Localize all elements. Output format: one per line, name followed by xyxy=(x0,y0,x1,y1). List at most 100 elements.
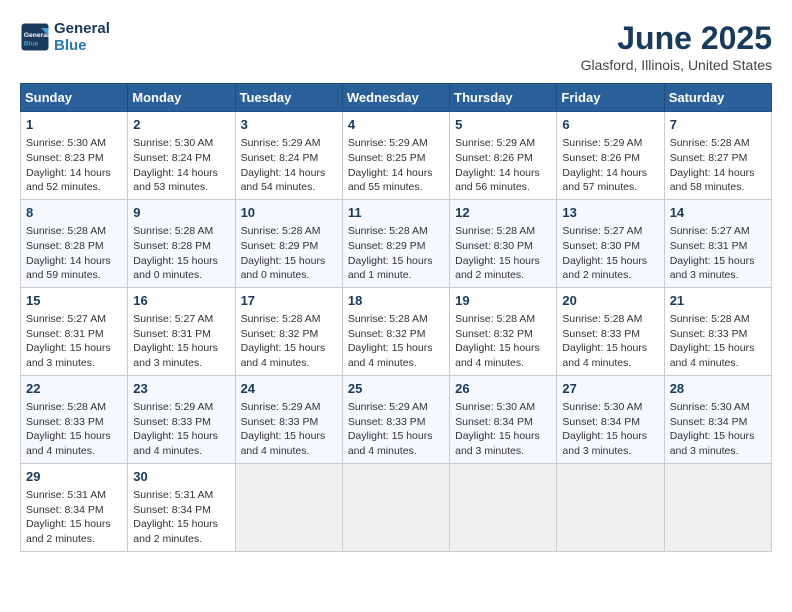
calendar-cell: 3 Sunrise: 5:29 AM Sunset: 8:24 PM Daylig… xyxy=(235,112,342,200)
calendar-cell: 18 Sunrise: 5:28 AM Sunset: 8:32 PM Dayli… xyxy=(342,287,449,375)
day-number: 1 xyxy=(26,116,122,134)
cell-info: Sunrise: 5:30 AM Sunset: 8:34 PM Dayligh… xyxy=(670,400,766,459)
calendar-cell xyxy=(664,463,771,551)
cell-info: Sunrise: 5:28 AM Sunset: 8:33 PM Dayligh… xyxy=(670,312,766,371)
cell-info: Sunrise: 5:27 AM Sunset: 8:30 PM Dayligh… xyxy=(562,224,658,283)
day-number: 23 xyxy=(133,380,229,398)
calendar-cell: 30Sunrise: 5:31 AM Sunset: 8:34 PM Dayli… xyxy=(128,463,235,551)
svg-text:General: General xyxy=(24,32,49,39)
calendar-cell: 10 Sunrise: 5:28 AM Sunset: 8:29 PM Dayli… xyxy=(235,199,342,287)
day-number: 19 xyxy=(455,292,551,310)
cell-info: Sunrise: 5:30 AM Sunset: 8:23 PM Dayligh… xyxy=(26,136,122,195)
cell-info: Sunrise: 5:28 AM Sunset: 8:32 PM Dayligh… xyxy=(348,312,444,371)
calendar-cell: 5 Sunrise: 5:29 AM Sunset: 8:26 PM Daylig… xyxy=(450,112,557,200)
logo-general: General xyxy=(54,20,110,37)
cell-info: Sunrise: 5:30 AM Sunset: 8:34 PM Dayligh… xyxy=(455,400,551,459)
day-number: 14 xyxy=(670,204,766,222)
day-number: 3 xyxy=(241,116,337,134)
calendar-cell xyxy=(235,463,342,551)
calendar-cell: 29 Sunrise: 5:31 AM Sunset: 8:34 PM Dayli… xyxy=(21,463,128,551)
calendar-cell: 24 Sunrise: 5:29 AM Sunset: 8:33 PM Dayli… xyxy=(235,375,342,463)
calendar-cell: 12Sunrise: 5:28 AM Sunset: 8:30 PM Dayli… xyxy=(450,199,557,287)
cell-info: Sunrise: 5:29 AM Sunset: 8:33 PM Dayligh… xyxy=(348,400,444,459)
calendar-cell: 2 Sunrise: 5:30 AM Sunset: 8:24 PM Daylig… xyxy=(128,112,235,200)
weekday-header-tuesday: Tuesday xyxy=(235,84,342,112)
calendar-table: SundayMondayTuesdayWednesdayThursdayFrid… xyxy=(20,83,772,552)
cell-info: Sunrise: 5:30 AM Sunset: 8:34 PM Dayligh… xyxy=(562,400,658,459)
calendar-cell xyxy=(450,463,557,551)
cell-info: Sunrise: 5:28 AM Sunset: 8:29 PM Dayligh… xyxy=(348,224,444,283)
day-number: 24 xyxy=(241,380,337,398)
day-number: 25 xyxy=(348,380,444,398)
cell-info: Sunrise: 5:28 AM Sunset: 8:28 PM Dayligh… xyxy=(26,224,122,283)
day-number: 15 xyxy=(26,292,122,310)
logo-blue: Blue xyxy=(54,37,110,54)
calendar-cell: 19 Sunrise: 5:28 AM Sunset: 8:32 PM Dayli… xyxy=(450,287,557,375)
cell-info: Sunrise: 5:28 AM Sunset: 8:27 PM Dayligh… xyxy=(670,136,766,195)
cell-info: Sunrise: 5:28 AM Sunset: 8:28 PM Dayligh… xyxy=(133,224,229,283)
day-number: 27 xyxy=(562,380,658,398)
weekday-header-saturday: Saturday xyxy=(664,84,771,112)
day-number: 12 xyxy=(455,204,551,222)
cell-info: Sunrise: 5:27 AM Sunset: 8:31 PM Dayligh… xyxy=(26,312,122,371)
cell-info: Sunrise: 5:30 AM Sunset: 8:24 PM Dayligh… xyxy=(133,136,229,195)
cell-info: Sunrise: 5:27 AM Sunset: 8:31 PM Dayligh… xyxy=(133,312,229,371)
cell-info: Sunrise: 5:29 AM Sunset: 8:33 PM Dayligh… xyxy=(133,400,229,459)
calendar-cell: 15 Sunrise: 5:27 AM Sunset: 8:31 PM Dayli… xyxy=(21,287,128,375)
cell-info: Sunrise: 5:29 AM Sunset: 8:33 PM Dayligh… xyxy=(241,400,337,459)
day-number: 4 xyxy=(348,116,444,134)
day-number: 16 xyxy=(133,292,229,310)
calendar-cell: 25 Sunrise: 5:29 AM Sunset: 8:33 PM Dayli… xyxy=(342,375,449,463)
cell-info: Sunrise: 5:28 AM Sunset: 8:33 PM Dayligh… xyxy=(562,312,658,371)
cell-info: Sunrise: 5:28 AM Sunset: 8:29 PM Dayligh… xyxy=(241,224,337,283)
day-number: 18 xyxy=(348,292,444,310)
day-number: 21 xyxy=(670,292,766,310)
day-number: 29 xyxy=(26,468,122,486)
calendar-cell: 16 Sunrise: 5:27 AM Sunset: 8:31 PM Dayli… xyxy=(128,287,235,375)
day-number: 26 xyxy=(455,380,551,398)
calendar-cell: 8 Sunrise: 5:28 AM Sunset: 8:28 PM Daylig… xyxy=(21,199,128,287)
day-number: 10 xyxy=(241,204,337,222)
day-number: 22 xyxy=(26,380,122,398)
day-number: 13 xyxy=(562,204,658,222)
day-number: 5 xyxy=(455,116,551,134)
day-number: 28 xyxy=(670,380,766,398)
calendar-cell: 13 Sunrise: 5:27 AM Sunset: 8:30 PM Dayli… xyxy=(557,199,664,287)
weekday-header-friday: Friday xyxy=(557,84,664,112)
calendar-cell: 17 Sunrise: 5:28 AM Sunset: 8:32 PM Dayli… xyxy=(235,287,342,375)
calendar-cell: 23 Sunrise: 5:29 AM Sunset: 8:33 PM Dayli… xyxy=(128,375,235,463)
cell-info: Sunrise: 5:29 AM Sunset: 8:24 PM Dayligh… xyxy=(241,136,337,195)
svg-text:Blue: Blue xyxy=(24,40,39,47)
calendar-cell: 27 Sunrise: 5:30 AM Sunset: 8:34 PM Dayli… xyxy=(557,375,664,463)
cell-info: Sunrise: 5:31 AM Sunset: 8:34 PM Dayligh… xyxy=(26,488,122,547)
cell-info: Sunrise: 5:27 AM Sunset: 8:31 PM Dayligh… xyxy=(670,224,766,283)
calendar-cell: 1 Sunrise: 5:30 AM Sunset: 8:23 PM Daylig… xyxy=(21,112,128,200)
weekday-header-thursday: Thursday xyxy=(450,84,557,112)
page-header: General Blue General Blue June 2025 Glas… xyxy=(20,20,772,73)
cell-info: Sunrise: 5:28 AM Sunset: 8:32 PM Dayligh… xyxy=(455,312,551,371)
calendar-cell: 22 Sunrise: 5:28 AM Sunset: 8:33 PM Dayli… xyxy=(21,375,128,463)
cell-info: Sunrise: 5:29 AM Sunset: 8:26 PM Dayligh… xyxy=(562,136,658,195)
day-number: 7 xyxy=(670,116,766,134)
weekday-header-monday: Monday xyxy=(128,84,235,112)
location-text: Glasford, Illinois, United States xyxy=(581,57,772,73)
month-title: June 2025 xyxy=(581,20,772,57)
cell-info: Sunrise: 5:29 AM Sunset: 8:26 PM Dayligh… xyxy=(455,136,551,195)
cell-info: Sunrise: 5:28 AM Sunset: 8:32 PM Dayligh… xyxy=(241,312,337,371)
day-number: 6 xyxy=(562,116,658,134)
logo-icon: General Blue xyxy=(20,22,50,52)
day-number: 2 xyxy=(133,116,229,134)
calendar-cell: 11Sunrise: 5:28 AM Sunset: 8:29 PM Dayli… xyxy=(342,199,449,287)
weekday-header-wednesday: Wednesday xyxy=(342,84,449,112)
logo: General Blue General Blue xyxy=(20,20,110,54)
day-number: 20 xyxy=(562,292,658,310)
calendar-cell: 21 Sunrise: 5:28 AM Sunset: 8:33 PM Dayli… xyxy=(664,287,771,375)
calendar-cell: 26 Sunrise: 5:30 AM Sunset: 8:34 PM Dayli… xyxy=(450,375,557,463)
cell-info: Sunrise: 5:28 AM Sunset: 8:33 PM Dayligh… xyxy=(26,400,122,459)
calendar-cell: 20 Sunrise: 5:28 AM Sunset: 8:33 PM Dayli… xyxy=(557,287,664,375)
day-number: 8 xyxy=(26,204,122,222)
calendar-cell: 14 Sunrise: 5:27 AM Sunset: 8:31 PM Dayli… xyxy=(664,199,771,287)
day-number: 17 xyxy=(241,292,337,310)
cell-info: Sunrise: 5:29 AM Sunset: 8:25 PM Dayligh… xyxy=(348,136,444,195)
calendar-cell xyxy=(557,463,664,551)
